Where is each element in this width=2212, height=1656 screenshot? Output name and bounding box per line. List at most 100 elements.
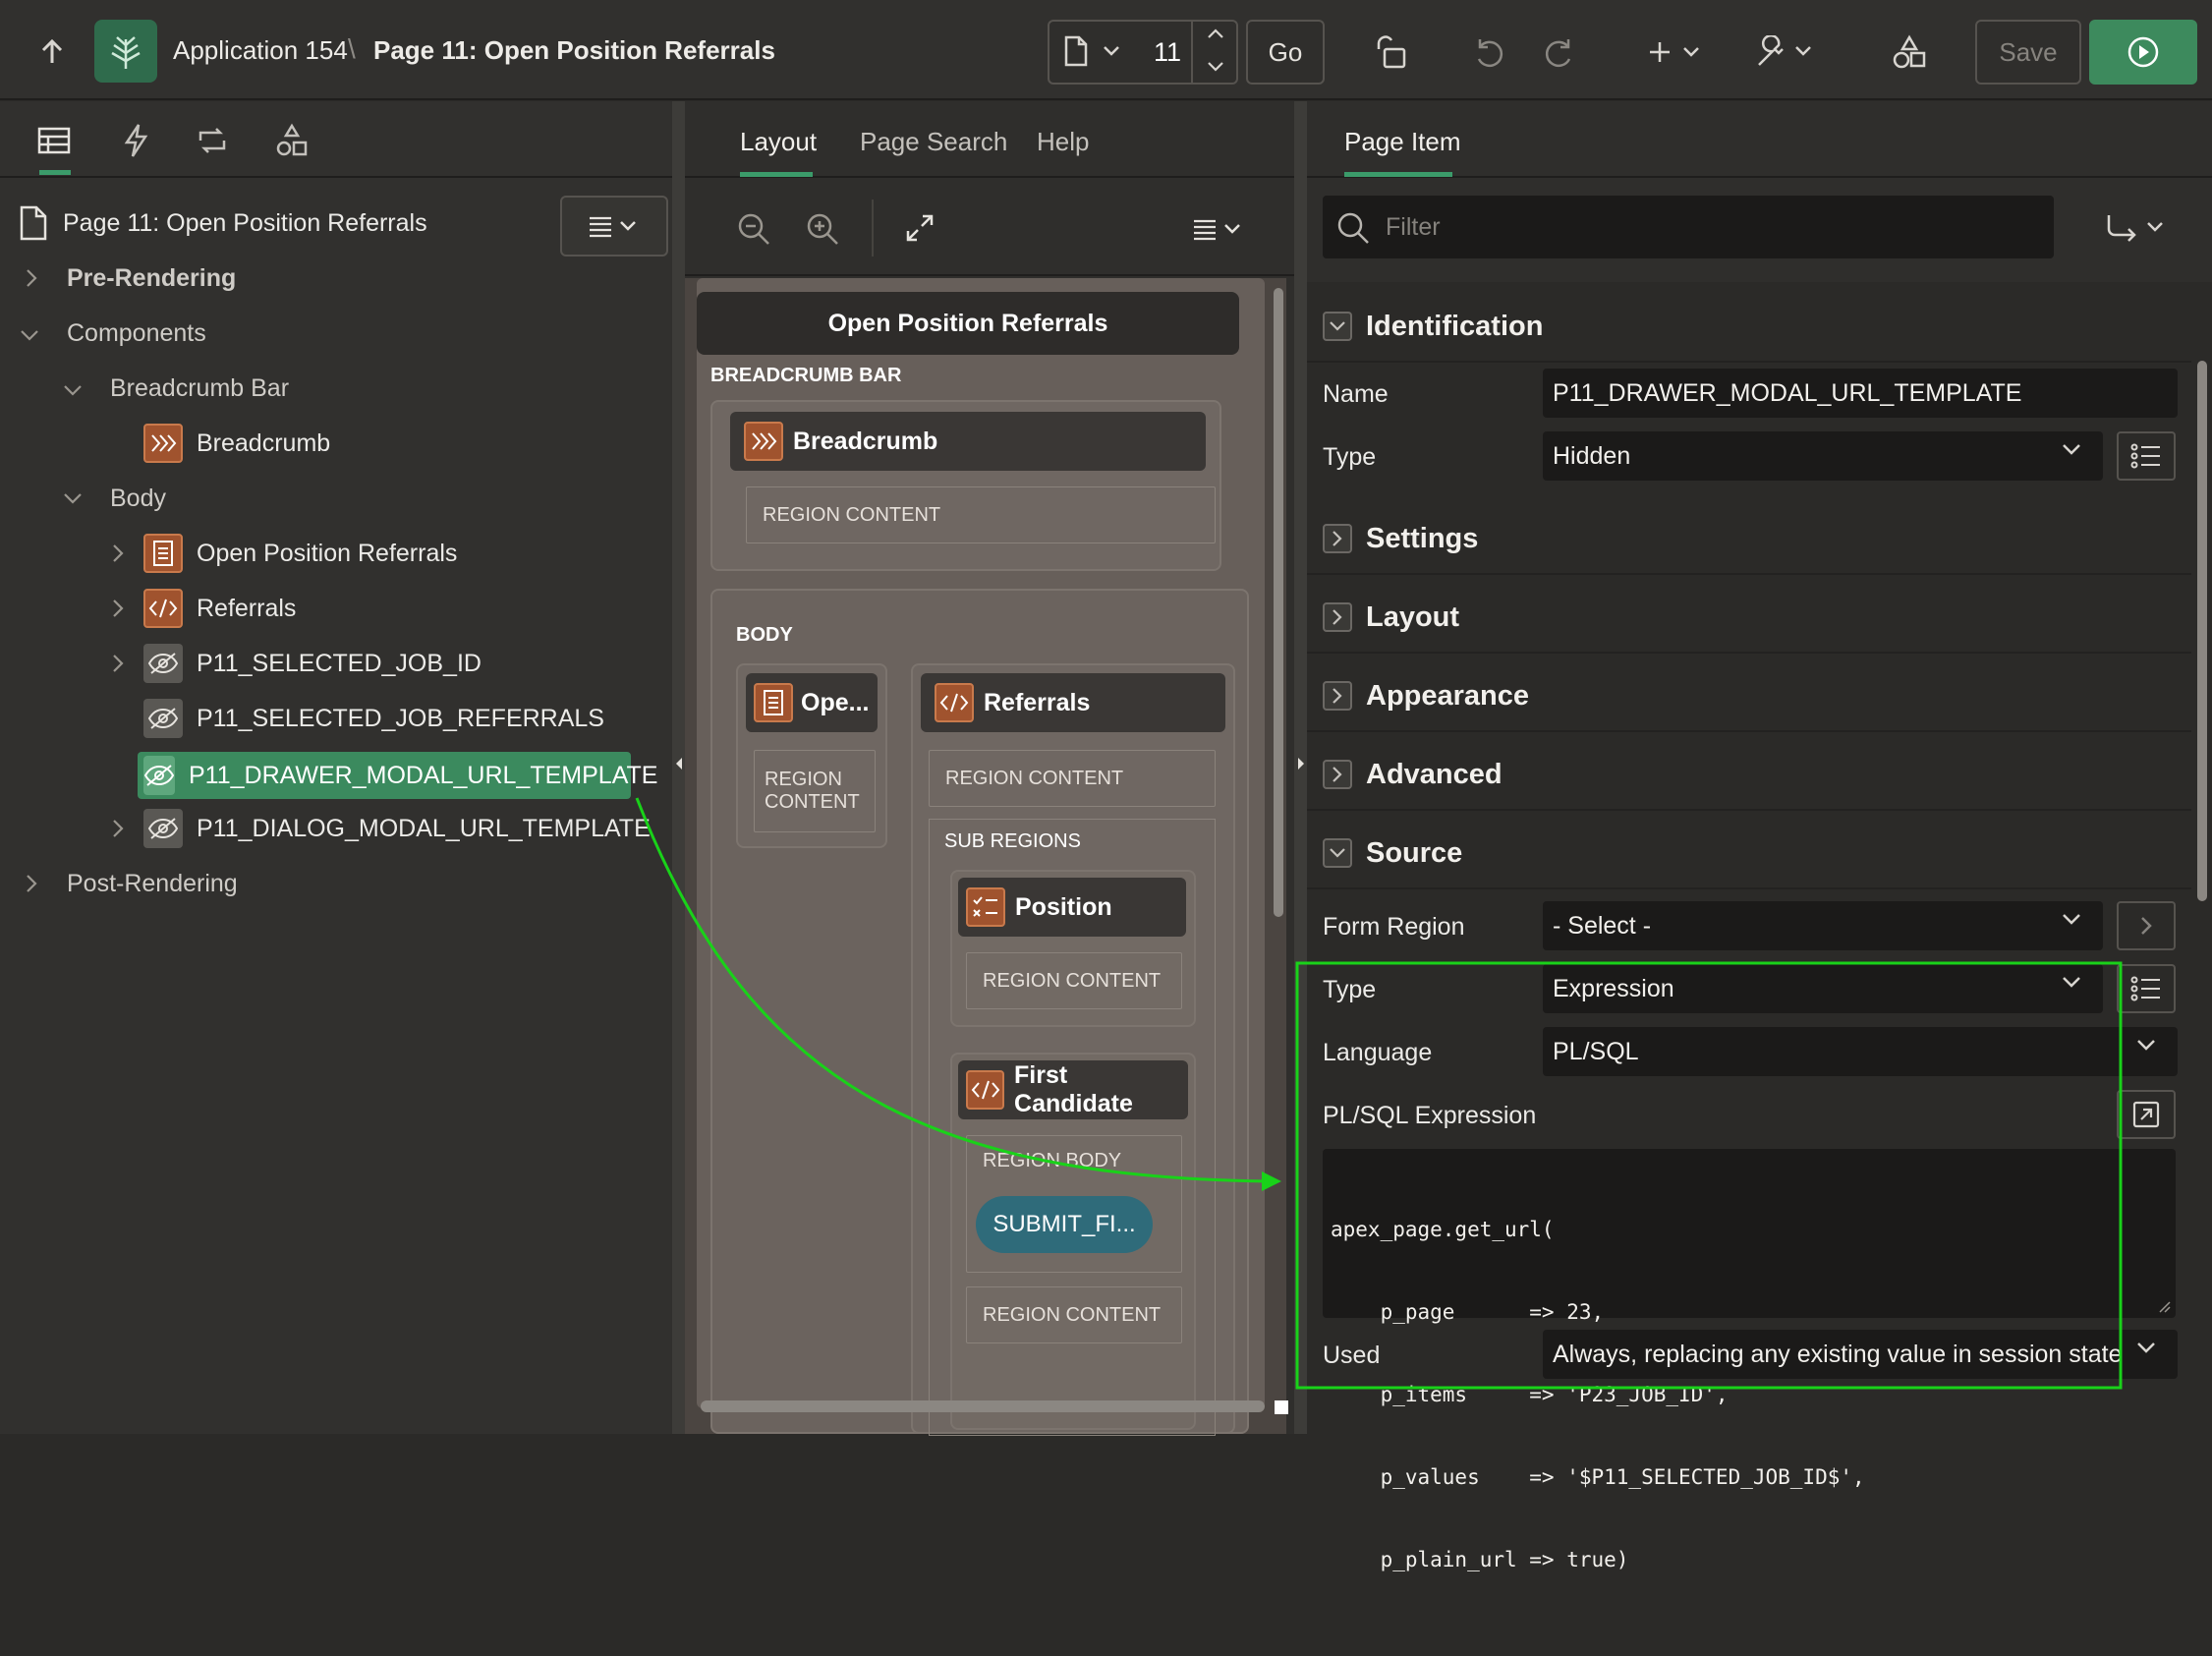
save-button[interactable]: Save: [1975, 20, 2081, 85]
chevron-down-icon[interactable]: [1103, 45, 1120, 57]
tree-page-node[interactable]: Page 11: Open Position Referrals: [14, 200, 427, 247]
page-icon: [14, 203, 53, 243]
region-content[interactable]: REGION CONTENT: [929, 750, 1216, 807]
tree-item-selected-job-referrals[interactable]: P11_SELECTED_JOB_REFERRALS: [143, 695, 604, 742]
processing-icon[interactable]: [195, 125, 230, 156]
rendering-tab-icon[interactable]: [37, 127, 71, 154]
left-splitter[interactable]: [672, 101, 685, 1434]
used-select[interactable]: Always, replacing any existing value in …: [1543, 1330, 2178, 1379]
vertical-scrollbar[interactable]: [1274, 288, 1283, 917]
wrench-icon[interactable]: [1753, 28, 1816, 77]
shared-components-icon[interactable]: [1883, 28, 1936, 77]
referrals-region[interactable]: Referrals: [921, 673, 1225, 732]
section-layout[interactable]: Layout: [1307, 583, 2191, 654]
run-button[interactable]: [2089, 20, 2197, 85]
tab-help[interactable]: Help: [1037, 127, 1089, 157]
form-region-go-button[interactable]: [2117, 901, 2176, 950]
zoom-in-icon[interactable]: [805, 211, 840, 247]
expand-icon[interactable]: [905, 213, 935, 243]
tree-item-selected-job-id[interactable]: P11_SELECTED_JOB_ID: [143, 640, 482, 687]
tree-post-rendering[interactable]: Post-Rendering: [67, 860, 238, 907]
submit-button[interactable]: SUBMIT_FI...: [976, 1196, 1153, 1253]
chevron-right-icon[interactable]: [20, 872, 43, 895]
go-button[interactable]: Go: [1246, 20, 1325, 85]
right-splitter[interactable]: [1294, 101, 1307, 1434]
lock-icon[interactable]: [1364, 28, 1417, 77]
page-selector[interactable]: 11: [1048, 20, 1238, 85]
page-number-input[interactable]: 11: [1154, 37, 1181, 68]
chevron-up-icon[interactable]: [1207, 28, 1224, 39]
app-logo-icon[interactable]: [94, 20, 157, 83]
chevron-right-icon[interactable]: [1323, 681, 1352, 711]
chevron-down-icon[interactable]: [1207, 61, 1224, 73]
tree-components[interactable]: Components: [67, 310, 206, 357]
section-identification[interactable]: Identification: [1307, 292, 2191, 363]
chevron-down-icon[interactable]: [1323, 312, 1352, 341]
open-code-editor-icon[interactable]: [2117, 1090, 2176, 1139]
dynamic-actions-icon[interactable]: [122, 123, 149, 158]
chevron-down-icon[interactable]: [18, 323, 41, 347]
region-content[interactable]: REGION CONTENT: [746, 486, 1216, 543]
sub-regions-label: SUB REGIONS: [944, 830, 1081, 852]
tree-pre-rendering[interactable]: Pre-Rendering: [67, 255, 236, 302]
go-to-group-icon[interactable]: [2105, 213, 2168, 243]
up-arrow-icon[interactable]: [26, 28, 79, 77]
region-content[interactable]: REGION CONTENT: [754, 750, 876, 832]
chevron-right-icon[interactable]: [106, 542, 130, 565]
plsql-expression-editor[interactable]: apex_page.get_url( p_page => 23, p_items…: [1323, 1149, 2176, 1571]
list-icon[interactable]: [2117, 431, 2176, 481]
first-candidate-region[interactable]: First Candidate: [958, 1060, 1188, 1119]
position-region[interactable]: Position: [958, 878, 1186, 937]
redo-icon[interactable]: [1533, 28, 1586, 77]
chevron-down-icon[interactable]: [61, 486, 85, 510]
chevron-right-icon[interactable]: [106, 597, 130, 620]
region-content[interactable]: REGION CONTENT: [966, 952, 1182, 1009]
tree-item-dialog-modal-url-template[interactable]: P11_DIALOG_MODAL_URL_TEMPLATE: [143, 805, 651, 852]
list-icon[interactable]: [2117, 964, 2176, 1013]
chevron-right-icon[interactable]: [106, 652, 130, 675]
tree-referrals[interactable]: Referrals: [143, 585, 296, 632]
chevron-right-icon[interactable]: [1323, 524, 1352, 553]
chevron-down-icon[interactable]: [61, 378, 85, 402]
tree-breadcrumb-bar[interactable]: Breadcrumb Bar: [110, 365, 289, 412]
properties-scrollbar[interactable]: [2197, 361, 2207, 901]
region-content[interactable]: REGION CONTENT: [966, 1286, 1182, 1343]
chevron-right-icon[interactable]: [1323, 602, 1352, 632]
hidden-item-icon: [143, 644, 183, 683]
zoom-out-icon[interactable]: [736, 211, 771, 247]
section-settings[interactable]: Settings: [1307, 504, 2191, 575]
tab-page-item[interactable]: Page Item: [1344, 127, 1461, 157]
type-select[interactable]: Hidden: [1543, 431, 2103, 481]
chevron-right-icon[interactable]: [1323, 760, 1352, 789]
source-type-select[interactable]: Expression: [1543, 964, 2103, 1013]
section-source[interactable]: Source: [1307, 819, 2191, 889]
tree-menu-button[interactable]: [560, 196, 668, 257]
chevron-down-icon[interactable]: [1323, 838, 1352, 868]
chevron-right-icon[interactable]: [106, 817, 130, 840]
layout-menu-icon[interactable]: [1192, 217, 1245, 241]
undo-icon[interactable]: [1462, 28, 1515, 77]
tab-layout[interactable]: Layout: [740, 127, 817, 157]
app-name[interactable]: Application 154: [173, 35, 348, 66]
chevron-right-icon[interactable]: [20, 266, 43, 290]
chevron-down-icon: [2136, 1039, 2156, 1053]
page-icon[interactable]: [1063, 35, 1089, 67]
tree-open-position-referrals[interactable]: Open Position Referrals: [143, 530, 457, 577]
language-label: Language: [1323, 1039, 1433, 1066]
horizontal-scrollbar[interactable]: [701, 1400, 1265, 1412]
tree-breadcrumb[interactable]: Breadcrumb: [143, 420, 330, 467]
create-plus-icon[interactable]: [1647, 28, 1706, 77]
name-input[interactable]: P11_DRAWER_MODAL_URL_TEMPLATE: [1543, 369, 2178, 418]
page-region-title[interactable]: Open Position Referrals: [697, 292, 1239, 355]
form-region-select[interactable]: - Select -: [1543, 901, 2103, 950]
shared-components-tab-icon[interactable]: [275, 123, 309, 158]
language-select[interactable]: PL/SQL: [1543, 1027, 2178, 1076]
tab-page-search[interactable]: Page Search: [860, 127, 1007, 157]
tree-body[interactable]: Body: [110, 475, 166, 522]
section-appearance[interactable]: Appearance: [1307, 661, 2191, 732]
breadcrumb-region[interactable]: Breadcrumb: [730, 412, 1206, 471]
tree-item-drawer-modal-url-template[interactable]: P11_DRAWER_MODAL_URL_TEMPLATE: [138, 752, 657, 799]
filter-input[interactable]: Filter: [1323, 196, 2054, 258]
open-position-region[interactable]: Ope...: [746, 673, 878, 732]
section-advanced[interactable]: Advanced: [1307, 740, 2191, 811]
